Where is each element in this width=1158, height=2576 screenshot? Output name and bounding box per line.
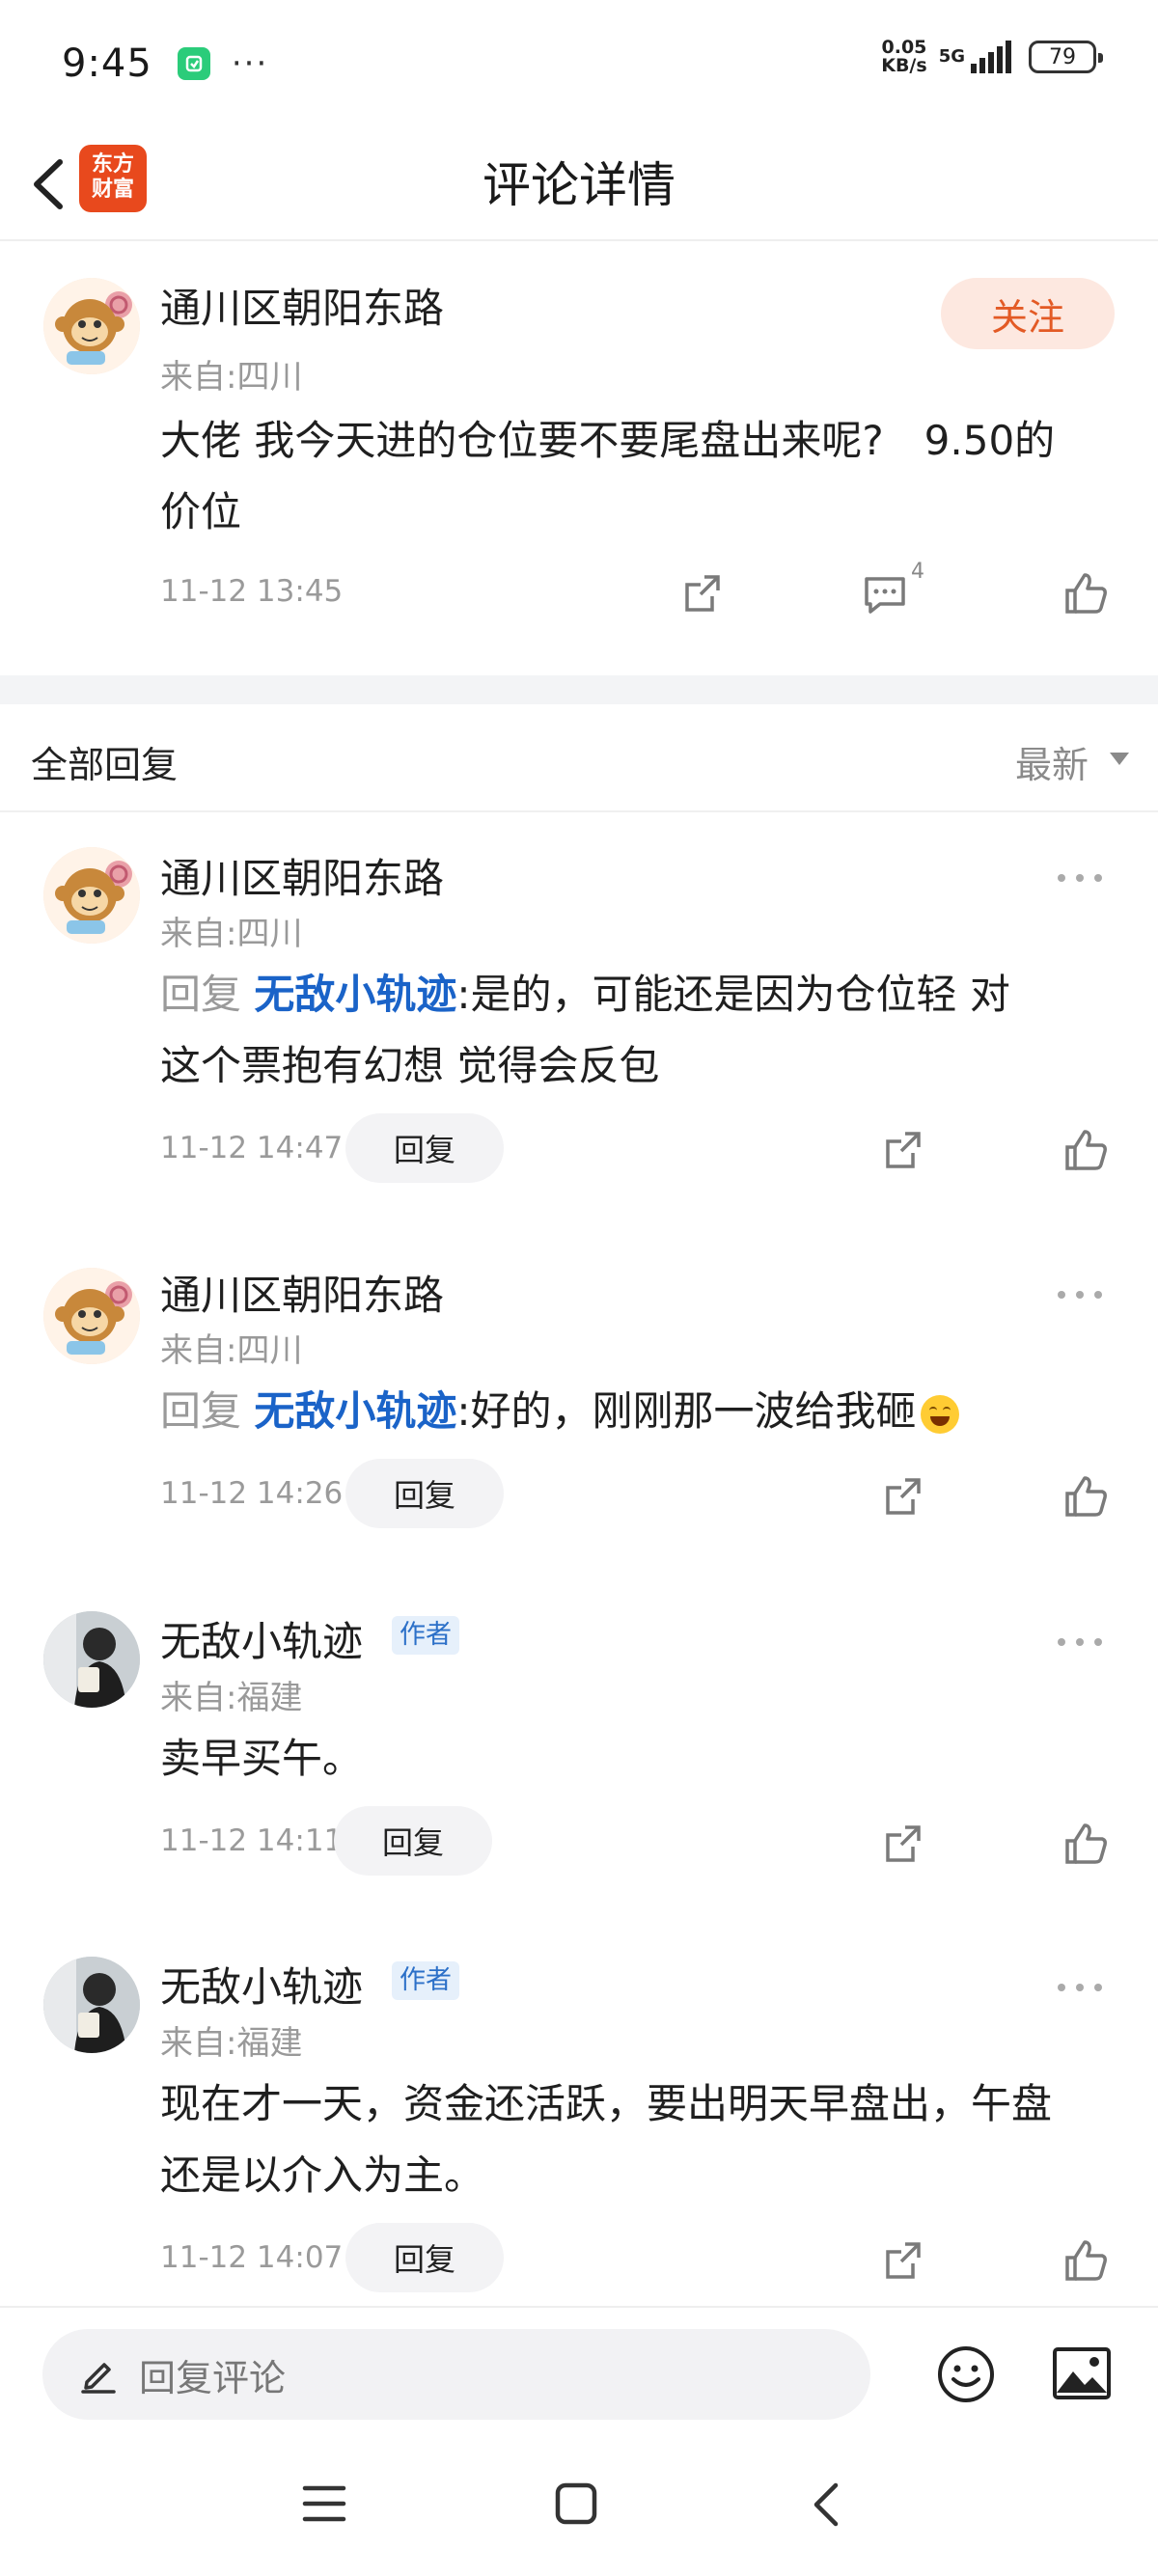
like-icon[interactable]	[1062, 1820, 1110, 1868]
signal-icon	[971, 41, 1011, 73]
edit-icon	[81, 2363, 116, 2394]
reply-time: 11-12 14:47	[160, 1131, 344, 1165]
more-icon[interactable]	[1056, 1978, 1104, 1997]
reply-item: 无敌小轨迹 作者 来自:福建 卖早买午。 11-12 14:11 回复	[0, 1586, 1158, 1932]
author-badge: 作者	[392, 1961, 459, 2000]
nav-back-icon[interactable]	[807, 2480, 845, 2529]
replies-header: 全部回复 最新	[0, 704, 1158, 812]
share-icon[interactable]	[880, 1472, 928, 1521]
like-icon[interactable]	[1062, 569, 1110, 617]
image-icon[interactable]	[1052, 2346, 1112, 2402]
reply-item: 通川区朝阳东路 来自:四川 回复 无敌小轨迹:是的，可能还是因为仓位轻 对 这个…	[0, 812, 1158, 1210]
reply-target-link[interactable]: 无敌小轨迹	[254, 1387, 456, 1435]
avatar[interactable]	[43, 847, 140, 944]
reply-time: 11-12 14:07	[160, 2240, 344, 2275]
laughing-emoji-icon	[920, 1394, 959, 1434]
chevron-down-icon[interactable]	[1110, 753, 1129, 765]
comment-username[interactable]: 通川区朝阳东路	[160, 276, 444, 335]
like-icon[interactable]	[1062, 1126, 1110, 1174]
net-speed: 0.05 KB/s	[881, 37, 927, 76]
reply-content: 回复 无敌小轨迹:好的，刚刚那一波给我砸	[160, 1376, 1125, 1447]
app-notification-icon	[177, 47, 210, 80]
reply-button[interactable]: 回复	[345, 1113, 504, 1183]
status-indicators: 0.05 KB/s 5G 79	[881, 37, 1103, 76]
comment-time: 11-12 13:45	[160, 574, 344, 609]
page-header: 东方 财富 评论详情	[0, 127, 1158, 241]
reply-comment-input[interactable]: 回复评论	[42, 2329, 870, 2420]
more-icon[interactable]	[1056, 1285, 1104, 1304]
network-type: 5G	[938, 46, 965, 67]
comment-content: 大佬 我今天进的仓位要不要尾盘出来呢? 9.50的 价位	[160, 417, 1056, 535]
status-time: 9:45	[62, 41, 152, 86]
avatar[interactable]	[43, 1268, 140, 1364]
reply-button[interactable]: 回复	[334, 1806, 492, 1876]
share-icon[interactable]	[880, 1820, 928, 1868]
reply-content: 回复 无敌小轨迹:是的，可能还是因为仓位轻 对 这个票抱有幻想 觉得会反包	[160, 971, 1010, 1089]
reply-location: 来自:四川	[160, 1331, 303, 1370]
reply-username[interactable]: 无敌小轨迹	[160, 1609, 363, 1668]
sort-dropdown[interactable]: 最新	[1015, 735, 1089, 788]
battery-icon: 79	[1029, 41, 1103, 73]
reply-input-placeholder: 回复评论	[139, 2356, 287, 2399]
replies-title: 全部回复	[31, 744, 179, 786]
author-badge: 作者	[392, 1616, 459, 1655]
page-title: 评论详情	[482, 157, 676, 213]
comment-icon[interactable]	[861, 569, 909, 617]
reply-count: 4	[911, 560, 924, 584]
section-divider	[0, 675, 1158, 704]
share-icon[interactable]	[880, 2236, 928, 2285]
reply-target-link[interactable]: 无敌小轨迹	[254, 971, 456, 1018]
reply-username[interactable]: 无敌小轨迹	[160, 1955, 363, 2014]
more-icon[interactable]	[1056, 868, 1104, 888]
reply-time: 11-12 14:26	[160, 1476, 344, 1511]
reply-username[interactable]: 通川区朝阳东路	[160, 1263, 444, 1322]
reply-item: 无敌小轨迹 作者 来自:福建 现在才一天，资金还活跃，要出明天早盘出，午盘 还是…	[0, 1932, 1158, 2306]
main-comment: 通川区朝阳东路 来自:四川 关注 大佬 我今天进的仓位要不要尾盘出来呢? 9.5…	[0, 241, 1158, 675]
menu-icon[interactable]	[301, 2482, 347, 2525]
like-icon[interactable]	[1062, 1472, 1110, 1521]
reply-button[interactable]: 回复	[345, 2223, 504, 2292]
reply-location: 来自:福建	[160, 2024, 303, 2063]
reply-location: 来自:福建	[160, 1679, 303, 1717]
avatar[interactable]	[43, 278, 140, 374]
reply-content: 卖早买午。	[160, 1735, 364, 1782]
avatar[interactable]	[43, 1611, 140, 1708]
status-bar: 9:45 ··· 0.05 KB/s 5G 79	[0, 0, 1158, 127]
emoji-icon[interactable]	[936, 2344, 996, 2404]
share-icon[interactable]	[880, 1126, 928, 1174]
reply-content: 现在才一天，资金还活跃，要出明天早盘出，午盘 还是以介入为主。	[160, 2080, 1053, 2199]
reply-button[interactable]: 回复	[345, 1459, 504, 1528]
share-icon[interactable]	[679, 569, 728, 617]
avatar[interactable]	[43, 1957, 140, 2053]
reply-item: 通川区朝阳东路 来自:四川 回复 无敌小轨迹:好的，刚刚那一波给我砸 11-12…	[0, 1210, 1158, 1586]
status-more-dots: ···	[231, 44, 269, 83]
system-nav-bar	[0, 2436, 1158, 2576]
reply-time: 11-12 14:11	[160, 1823, 344, 1858]
home-icon[interactable]	[554, 2481, 598, 2526]
comment-location: 来自:四川	[160, 358, 303, 397]
reply-username[interactable]: 通川区朝阳东路	[160, 846, 444, 905]
follow-button[interactable]: 关注	[941, 278, 1115, 349]
more-icon[interactable]	[1056, 1632, 1104, 1652]
reply-input-bar: 回复评论	[0, 2306, 1158, 2436]
like-icon[interactable]	[1062, 2236, 1110, 2285]
reply-location: 来自:四川	[160, 915, 303, 953]
